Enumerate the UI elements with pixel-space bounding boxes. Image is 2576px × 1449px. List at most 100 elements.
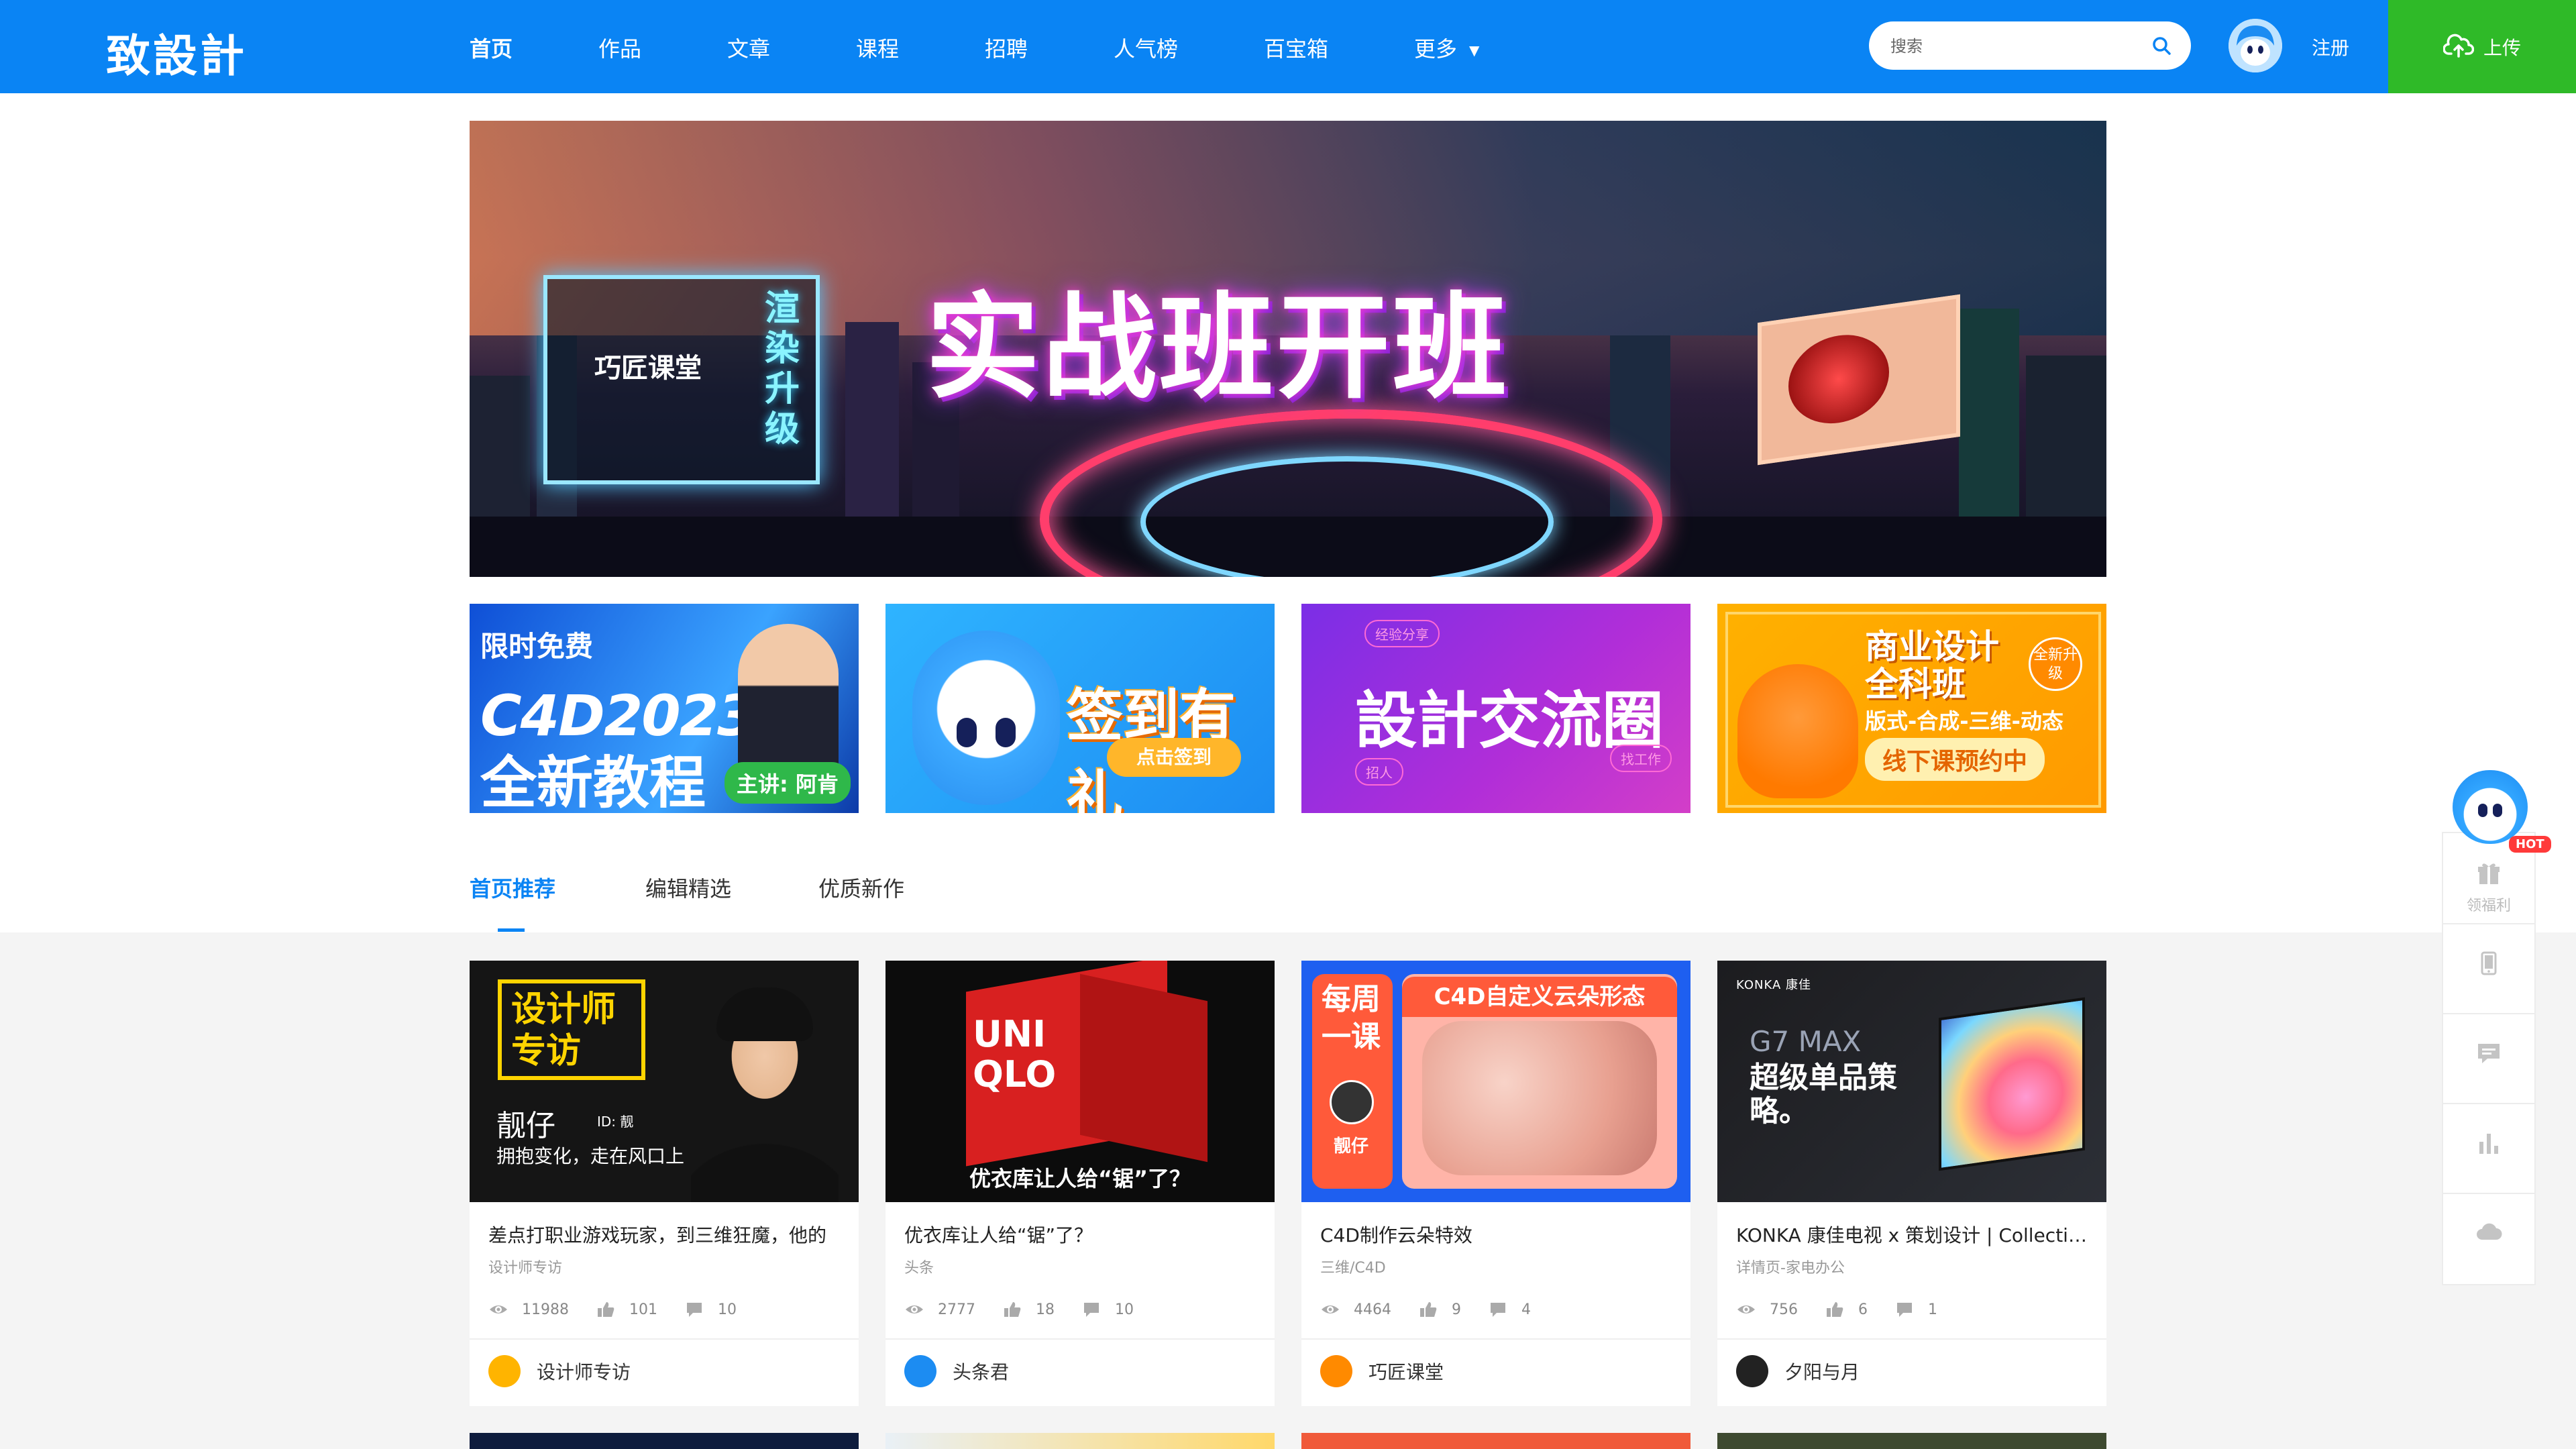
comments-value: 1 — [1928, 1301, 1937, 1318]
card-title[interactable]: C4D制作云朵特效 — [1320, 1221, 1673, 1248]
author-name: 头条君 — [953, 1361, 1010, 1383]
checkin-button[interactable]: 点击签到 — [1107, 738, 1241, 777]
sidebar-item-mobile[interactable] — [2443, 923, 2534, 1014]
card-title[interactable]: 差点打职业游戏玩家，到三维狂魔，他的 — [488, 1221, 841, 1248]
search-input[interactable] — [1889, 32, 2147, 60]
content-card[interactable]: UNI QLO 优衣库让人给“锯”了？ 优衣库让人给“锯”了？ 头条 2777 … — [885, 961, 1275, 1406]
sidebar-item-chat[interactable] — [2443, 1193, 2534, 1283]
nav-item-more[interactable]: 更多 ▼ — [1414, 32, 1479, 63]
card-author[interactable]: 夕阳与月 — [1736, 1352, 1860, 1390]
card-thumbnail[interactable]: 设计师专访 靓仔 ID: 靓 拥抱变化，走在风口上 — [470, 961, 859, 1202]
nav-item-courses[interactable]: 课程 — [856, 32, 899, 63]
promo-card-community[interactable]: 经验分享 設計交流圈 招人 找工作 — [1301, 604, 1690, 813]
content-card-next-row[interactable] — [885, 1433, 1275, 1449]
avatar — [904, 1355, 936, 1387]
chart-icon — [2479, 1134, 2498, 1154]
content-card-next-row[interactable] — [470, 1433, 859, 1449]
mascot-avatar-icon — [2229, 19, 2282, 72]
tab-recommended[interactable]: 首页推荐 — [470, 872, 555, 903]
author-name: 夕阳与月 — [1784, 1361, 1860, 1383]
card-title[interactable]: 优衣库让人给“锯”了？ — [904, 1221, 1257, 1248]
hero-banner[interactable]: 巧匠课堂 渲染升级 实战班开班 — [470, 121, 2106, 577]
tab-editor-picks[interactable]: 编辑精选 — [645, 872, 731, 903]
like-count[interactable]: 101 — [596, 1299, 657, 1320]
phone-icon — [2481, 951, 2497, 975]
instructor-name: 靓仔 — [1334, 1136, 1369, 1157]
views-value: 4464 — [1354, 1301, 1391, 1318]
hero-brand: 巧匠课堂 — [594, 353, 702, 384]
thumbs-up-icon — [1420, 1302, 1437, 1317]
promo-subtitle: 版式-合成-三维-动态 — [1865, 708, 2063, 734]
mascot-eye — [996, 718, 1016, 747]
promo-card-business-course[interactable]: 商业设计全科班 全新升级 版式-合成-三维-动态 线下课预约中 — [1717, 604, 2106, 813]
comment-count[interactable]: 10 — [1081, 1299, 1134, 1320]
card-author[interactable]: 头条君 — [904, 1352, 1009, 1390]
nav-item-articles[interactable]: 文章 — [727, 32, 770, 63]
like-count[interactable]: 9 — [1418, 1299, 1461, 1320]
promo-card-checkin[interactable]: 签到有礼 点击签到 — [885, 604, 1275, 813]
card-thumbnail[interactable]: 每周一课 C4D自定义云朵形态 靓仔 — [1301, 961, 1690, 1202]
tv-graphic — [1939, 997, 2085, 1171]
card-category[interactable]: 三维/C4D — [1320, 1256, 1386, 1277]
promo-new-badge: 全新升级 — [2029, 637, 2082, 691]
site-logo[interactable]: 致設計 — [106, 20, 247, 85]
card-thumbnail[interactable]: UNI QLO 优衣库让人给“锯”了？ — [885, 961, 1275, 1202]
comment-count[interactable]: 4 — [1488, 1299, 1531, 1320]
thumb-subtitle: 拥抱变化，走在风口上 — [496, 1145, 685, 1167]
card-stats: 11988 101 10 — [488, 1296, 763, 1323]
thumb-id: ID: 靓 — [597, 1114, 634, 1130]
nav-item-jobs[interactable]: 招聘 — [985, 32, 1028, 63]
card-thumbnail[interactable]: KONKA 康佳 G7 MAX 超级单品策略。 — [1717, 961, 2106, 1202]
card-author[interactable]: 巧匠课堂 — [1320, 1352, 1444, 1390]
divider — [885, 1338, 1275, 1340]
nav-item-toolbox[interactable]: 百宝箱 — [1264, 32, 1328, 63]
red-cube-graphic-side — [1080, 973, 1208, 1163]
thumb-slogan: 超级单品策略。 — [1750, 1061, 1897, 1128]
view-count: 2777 — [904, 1299, 975, 1320]
mascot-icon[interactable] — [2453, 770, 2528, 844]
nav-item-works[interactable]: 作品 — [598, 32, 641, 63]
content-card-next-row[interactable] — [1717, 1433, 2106, 1449]
content-card[interactable]: KONKA 康佳 G7 MAX 超级单品策略。 KONKA 康佳电视 x 策划设… — [1717, 961, 2106, 1406]
card-category[interactable]: 详情页-家电办公 — [1736, 1256, 1845, 1277]
thumbs-up-icon — [1827, 1302, 1843, 1317]
nav-item-popular[interactable]: 人气榜 — [1114, 32, 1178, 63]
user-avatar[interactable] — [2229, 19, 2282, 72]
card-title[interactable]: KONKA 康佳电视 x 策划设计 | Collection — [1736, 1221, 2089, 1248]
content-card-next-row[interactable] — [1301, 1433, 1690, 1449]
thumb-name: 靓仔 — [496, 1109, 555, 1143]
message-icon — [2478, 1044, 2500, 1063]
tab-new-works[interactable]: 优质新作 — [818, 872, 904, 903]
comment-count[interactable]: 1 — [1894, 1299, 1937, 1320]
comment-count[interactable]: 10 — [684, 1299, 737, 1320]
avatar — [488, 1355, 521, 1387]
register-link[interactable]: 注册 — [2312, 34, 2349, 60]
interview-badge: 设计师专访 — [498, 979, 645, 1080]
cloud-icon — [2477, 1223, 2502, 1240]
like-count[interactable]: 6 — [1825, 1299, 1868, 1320]
like-count[interactable]: 18 — [1002, 1299, 1055, 1320]
content-card[interactable]: 设计师专访 靓仔 ID: 靓 拥抱变化，走在风口上 差点打职业游戏玩家，到三维狂… — [470, 961, 859, 1406]
likes-value: 18 — [1036, 1301, 1055, 1318]
promo-pill: 线下课预约中 — [1865, 738, 2045, 781]
sidebar-item-rank[interactable] — [2443, 1103, 2534, 1194]
search-icon[interactable] — [2151, 35, 2172, 56]
upload-button[interactable]: 上传 — [2388, 0, 2576, 93]
sidebar-item-feedback[interactable] — [2443, 1013, 2534, 1104]
floating-toolbar: 领福利 — [2442, 832, 2536, 1285]
likes-value: 101 — [629, 1301, 657, 1318]
card-category[interactable]: 设计师专访 — [488, 1256, 562, 1277]
content-card[interactable]: 每周一课 C4D自定义云朵形态 靓仔 C4D制作云朵特效 三维/C4D 4464… — [1301, 961, 1690, 1406]
upload-label: 上传 — [2483, 37, 2522, 59]
thumb-caption: 优衣库让人给“锯”了？ — [969, 1166, 1191, 1191]
avatar — [1320, 1355, 1352, 1387]
divider — [470, 1338, 859, 1340]
search-box — [1869, 21, 2191, 70]
cloud-upload-icon — [2443, 34, 2474, 58]
comment-icon — [1491, 1303, 1505, 1317]
comment-icon — [1897, 1303, 1912, 1317]
card-author[interactable]: 设计师专访 — [488, 1352, 631, 1390]
card-category[interactable]: 头条 — [904, 1256, 934, 1277]
nav-item-home[interactable]: 首页 — [470, 32, 513, 63]
promo-card-c4d[interactable]: 限时免费 C4D2023版 全新教程 主讲: 阿肯 — [470, 604, 859, 813]
